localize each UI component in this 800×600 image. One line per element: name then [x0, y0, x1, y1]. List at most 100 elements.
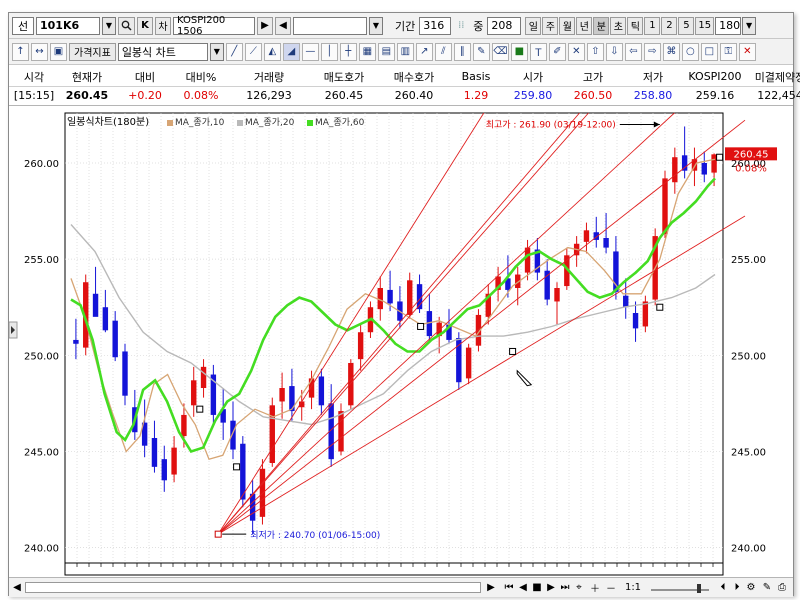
period-input[interactable]: 316 — [419, 16, 452, 35]
move-right-icon[interactable]: ⇨ — [643, 42, 661, 61]
legend-swatch — [237, 120, 243, 126]
tab-interval-month[interactable]: 월 — [559, 16, 576, 35]
chart-type-select[interactable]: 일봉식 차트 — [117, 42, 208, 61]
forward-icon[interactable]: ▶ — [545, 580, 557, 595]
move-left-icon[interactable]: ⇦ — [624, 42, 642, 61]
code-prefix[interactable]: 선 — [12, 16, 34, 35]
symbol-name-field: KOSPI200 1506 — [173, 15, 255, 37]
candle-body — [583, 230, 590, 242]
channel-tool-icon[interactable]: ▤ — [377, 42, 395, 61]
scroll-end-left-icon[interactable]: ⏴ — [717, 580, 729, 595]
pitchfork-icon[interactable]: ⫽ — [434, 42, 452, 61]
tab-interval-minute[interactable]: 분 — [593, 16, 610, 35]
color-picker-icon[interactable]: ■ — [510, 42, 528, 61]
arrow-both-icon[interactable]: ↔ — [31, 42, 48, 61]
print-icon[interactable]: ⎙ — [775, 580, 789, 595]
fan-tool-icon[interactable]: ◢ — [282, 42, 300, 61]
zoom-slider[interactable] — [649, 580, 711, 595]
chart-button[interactable]: 차 — [155, 16, 171, 35]
grid-tool-icon[interactable]: ▦ — [358, 42, 376, 61]
crosshair-icon[interactable]: ⌖ — [573, 580, 585, 595]
cross-line-icon[interactable]: ┼ — [339, 42, 357, 61]
minute-1-button[interactable]: 1 — [644, 16, 661, 35]
trendline-handle[interactable] — [656, 303, 664, 311]
move-up-icon[interactable]: ⇧ — [586, 42, 604, 61]
scroll-left-icon[interactable]: ◀ — [11, 580, 23, 595]
stop-icon[interactable]: ■ — [531, 580, 543, 595]
play-forward-icon[interactable]: ▶ — [257, 16, 273, 35]
trend-tool-icon[interactable]: ↗ — [415, 42, 433, 61]
zoom-in-icon[interactable]: ＋ — [589, 580, 601, 595]
eraser-icon[interactable]: ⌫ — [491, 42, 509, 61]
parallel-icon[interactable]: ∥ — [453, 42, 471, 61]
search-icon[interactable] — [118, 16, 135, 35]
rect-tool-icon[interactable]: □ — [700, 42, 718, 61]
quote-header: KOSPI200 — [688, 70, 742, 83]
minute-15-button[interactable]: 15 — [695, 16, 715, 35]
date-select[interactable] — [293, 16, 367, 35]
plot-area[interactable] — [64, 112, 724, 564]
bar-tool-icon[interactable]: ▥ — [396, 42, 414, 61]
legend-item: MA_종가,10 — [175, 117, 225, 128]
symbol-dropdown-icon[interactable]: ▼ — [102, 16, 116, 35]
rewind-icon[interactable]: ⏮ — [503, 580, 515, 595]
zoom-out-icon[interactable]: － — [605, 580, 617, 595]
candle-body — [171, 447, 177, 475]
zoom-ratio[interactable]: 1:1 — [621, 580, 645, 595]
close-icon[interactable]: ✕ — [738, 42, 756, 61]
play-back-icon[interactable]: ◀ — [275, 16, 291, 35]
minute-select[interactable]: 180 — [715, 16, 742, 35]
trendline-handle[interactable] — [509, 347, 517, 355]
candle-body — [387, 289, 393, 304]
indicator-button[interactable]: 가격지표 — [69, 42, 116, 61]
save-icon[interactable]: ▣ — [50, 42, 67, 61]
fast-forward-icon[interactable]: ⏭ — [559, 580, 571, 595]
trendline-handle[interactable] — [233, 463, 241, 471]
tab-interval-week[interactable]: 주 — [542, 16, 559, 35]
symbol-code-input[interactable]: 101K6 — [36, 16, 100, 35]
line-tool-icon[interactable]: ╱ — [225, 42, 243, 61]
candle-body — [92, 293, 99, 317]
back-icon[interactable]: ◀ — [517, 580, 529, 595]
candle-body — [603, 238, 609, 248]
edit-settings-icon[interactable]: ✎ — [761, 580, 773, 595]
scroll-end-right-icon[interactable]: ⏵ — [731, 580, 743, 595]
scroll-right-icon[interactable]: ▶ — [485, 580, 497, 595]
pencil-icon[interactable]: ✎ — [472, 42, 490, 61]
price-chart[interactable]: 260.00 260.00255.00 255.00250.00 250.00245.… — [9, 107, 793, 577]
settings-icon[interactable]: ⚙ — [745, 580, 757, 595]
vertical-line-icon[interactable]: │ — [320, 42, 338, 61]
minute-5-button[interactable]: 5 — [678, 16, 695, 35]
move-down-icon[interactable]: ⇩ — [605, 42, 623, 61]
lock-icon[interactable]: ⚿ — [719, 42, 737, 61]
trendline-handle[interactable] — [716, 153, 724, 161]
circle-tool-icon[interactable]: ○ — [681, 42, 699, 61]
date-dropdown-icon[interactable]: ▼ — [369, 16, 383, 35]
k-button[interactable]: K — [137, 16, 153, 35]
quote-value: 258.80 — [633, 89, 673, 102]
text-tool-icon[interactable]: Ｔ — [529, 42, 547, 61]
shape-tool-icon[interactable]: ◭ — [263, 42, 281, 61]
quote-header: 미결제약정 — [754, 70, 800, 84]
candle-body — [112, 320, 118, 358]
tab-interval-tick[interactable]: 틱 — [627, 16, 644, 35]
count-input[interactable]: 208 — [487, 16, 522, 35]
tab-interval-second[interactable]: 초 — [610, 16, 627, 35]
arrow-up-icon[interactable]: ↑ — [12, 42, 29, 61]
tab-interval-year[interactable]: 년 — [576, 16, 593, 35]
fan-origin-marker[interactable] — [214, 530, 222, 538]
delete-tool-icon[interactable]: ✕ — [567, 42, 585, 61]
edit-tool-icon[interactable]: ✐ — [548, 42, 566, 61]
x-axis-band — [64, 562, 724, 576]
horizontal-line-icon[interactable]: — — [301, 42, 319, 61]
scrollbar-track[interactable] — [25, 582, 481, 593]
chart-type-dropdown-icon[interactable]: ▼ — [209, 42, 224, 61]
bookmark-icon[interactable]: ⌘ — [662, 42, 680, 61]
minute-2-button[interactable]: 2 — [661, 16, 678, 35]
candle-body — [279, 388, 285, 402]
tab-interval-day[interactable]: 일 — [525, 16, 542, 35]
minute-dropdown-icon[interactable]: ▼ — [742, 16, 757, 35]
trendline-handle[interactable] — [196, 405, 204, 413]
ray-tool-icon[interactable]: ⟋ — [244, 42, 262, 61]
trendline-handle[interactable] — [417, 322, 425, 330]
